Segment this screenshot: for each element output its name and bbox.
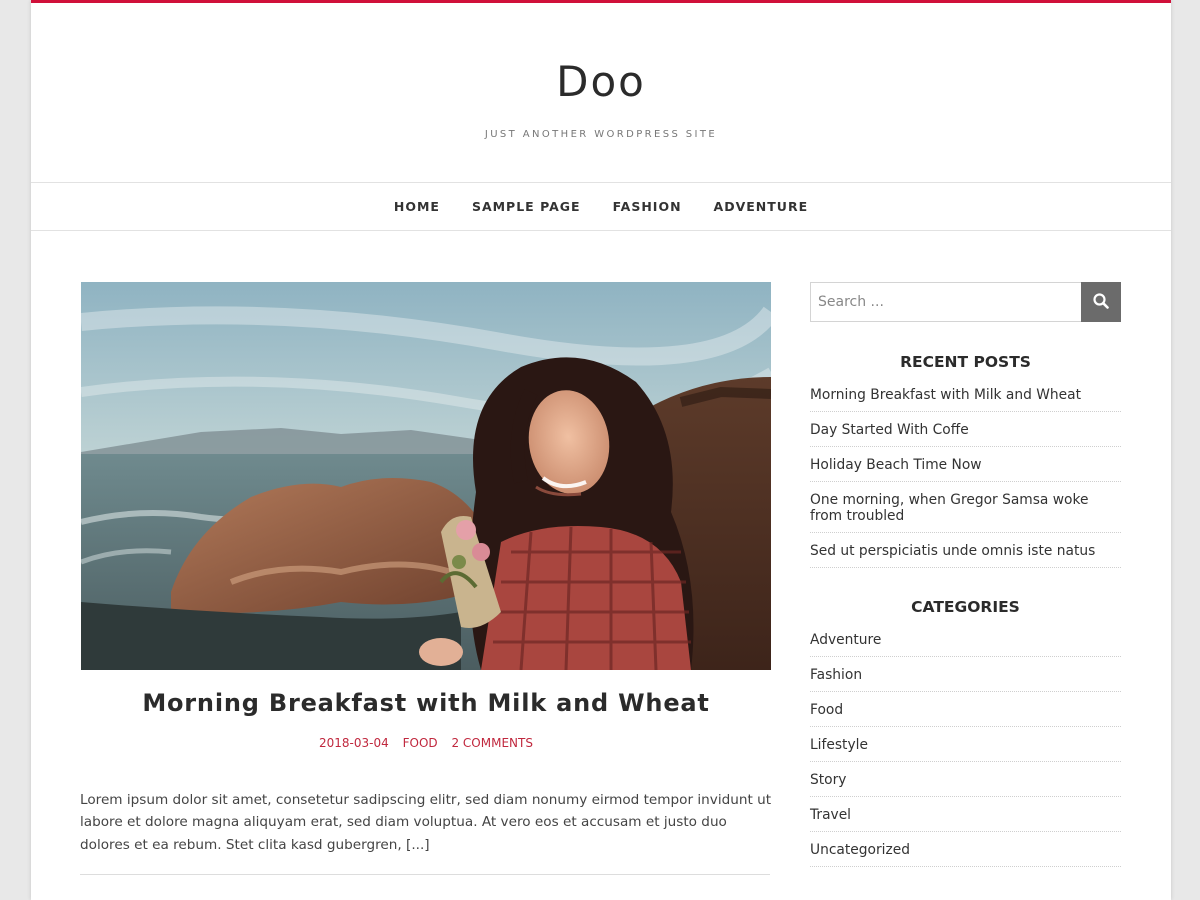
- list-item: Lifestyle: [810, 737, 1121, 762]
- nav-item-adventure[interactable]: ADVENTURE: [714, 199, 809, 214]
- categories-list: Adventure Fashion Food Lifestyle Story T…: [810, 632, 1121, 867]
- nav-item-home[interactable]: HOME: [394, 199, 440, 214]
- category-link[interactable]: Fashion: [810, 667, 862, 683]
- category-link[interactable]: Adventure: [810, 632, 881, 648]
- list-item: Story: [810, 772, 1121, 797]
- site-header: Doo Just another WordPress site: [31, 3, 1171, 182]
- post-divider: [80, 874, 770, 875]
- list-item: Sed ut perspiciatis unde omnis iste natu…: [810, 543, 1121, 568]
- list-item: One morning, when Gregor Samsa woke from…: [810, 492, 1121, 533]
- recent-posts-list: Morning Breakfast with Milk and Wheat Da…: [810, 387, 1121, 568]
- search-form: [810, 282, 1121, 322]
- category-link[interactable]: Lifestyle: [810, 737, 868, 753]
- page: Doo Just another WordPress site HOME SAM…: [31, 0, 1171, 900]
- site-description: Just another WordPress site: [484, 129, 718, 140]
- search-icon: [1093, 292, 1109, 312]
- site-title[interactable]: Doo: [31, 57, 1171, 106]
- post-excerpt: Lorem ipsum dolor sit amet, consetetur s…: [80, 791, 772, 853]
- category-link[interactable]: Uncategorized: [810, 842, 910, 858]
- search-button[interactable]: [1081, 282, 1121, 322]
- recent-post-link[interactable]: Holiday Beach Time Now: [810, 457, 982, 473]
- categories-widget: CATEGORIES Adventure Fashion Food Lifest…: [810, 598, 1121, 867]
- recent-post-link[interactable]: One morning, when Gregor Samsa woke from…: [810, 492, 1088, 524]
- recent-posts-title: RECENT POSTS: [900, 353, 1031, 371]
- post-category[interactable]: FOOD: [403, 736, 438, 750]
- recent-post-link[interactable]: Morning Breakfast with Milk and Wheat: [810, 387, 1081, 403]
- category-link[interactable]: Story: [810, 772, 846, 788]
- list-item: Food: [810, 702, 1121, 727]
- post-title[interactable]: Morning Breakfast with Milk and Wheat: [81, 689, 771, 717]
- recent-post-link[interactable]: Sed ut perspiciatis unde omnis iste natu…: [810, 543, 1095, 559]
- categories-title: CATEGORIES: [911, 598, 1020, 616]
- main-navigation: HOME SAMPLE PAGE FASHION ADVENTURE: [31, 182, 1171, 231]
- category-link[interactable]: Food: [810, 702, 843, 718]
- list-item: Morning Breakfast with Milk and Wheat: [810, 387, 1121, 412]
- list-item: Adventure: [810, 632, 1121, 657]
- category-link[interactable]: Travel: [810, 807, 851, 823]
- search-input[interactable]: [810, 282, 1081, 322]
- list-item: Travel: [810, 807, 1121, 832]
- post-comments[interactable]: 2 COMMENTS: [451, 736, 533, 750]
- nav-item-sample-page[interactable]: SAMPLE PAGE: [472, 199, 581, 214]
- sidebar: RECENT POSTS Morning Breakfast with Milk…: [810, 282, 1121, 877]
- list-item: Fashion: [810, 667, 1121, 692]
- post-featured-image[interactable]: [81, 282, 771, 670]
- recent-posts-widget: RECENT POSTS Morning Breakfast with Milk…: [810, 353, 1121, 568]
- nav-item-fashion[interactable]: FASHION: [613, 199, 682, 214]
- post-meta: 2018-03-04 FOOD 2 COMMENTS: [81, 736, 771, 750]
- list-item: Uncategorized: [810, 842, 1121, 867]
- recent-post-link[interactable]: Day Started With Coffe: [810, 422, 969, 438]
- list-item: Day Started With Coffe: [810, 422, 1121, 447]
- post-date[interactable]: 2018-03-04: [319, 736, 389, 750]
- list-item: Holiday Beach Time Now: [810, 457, 1121, 482]
